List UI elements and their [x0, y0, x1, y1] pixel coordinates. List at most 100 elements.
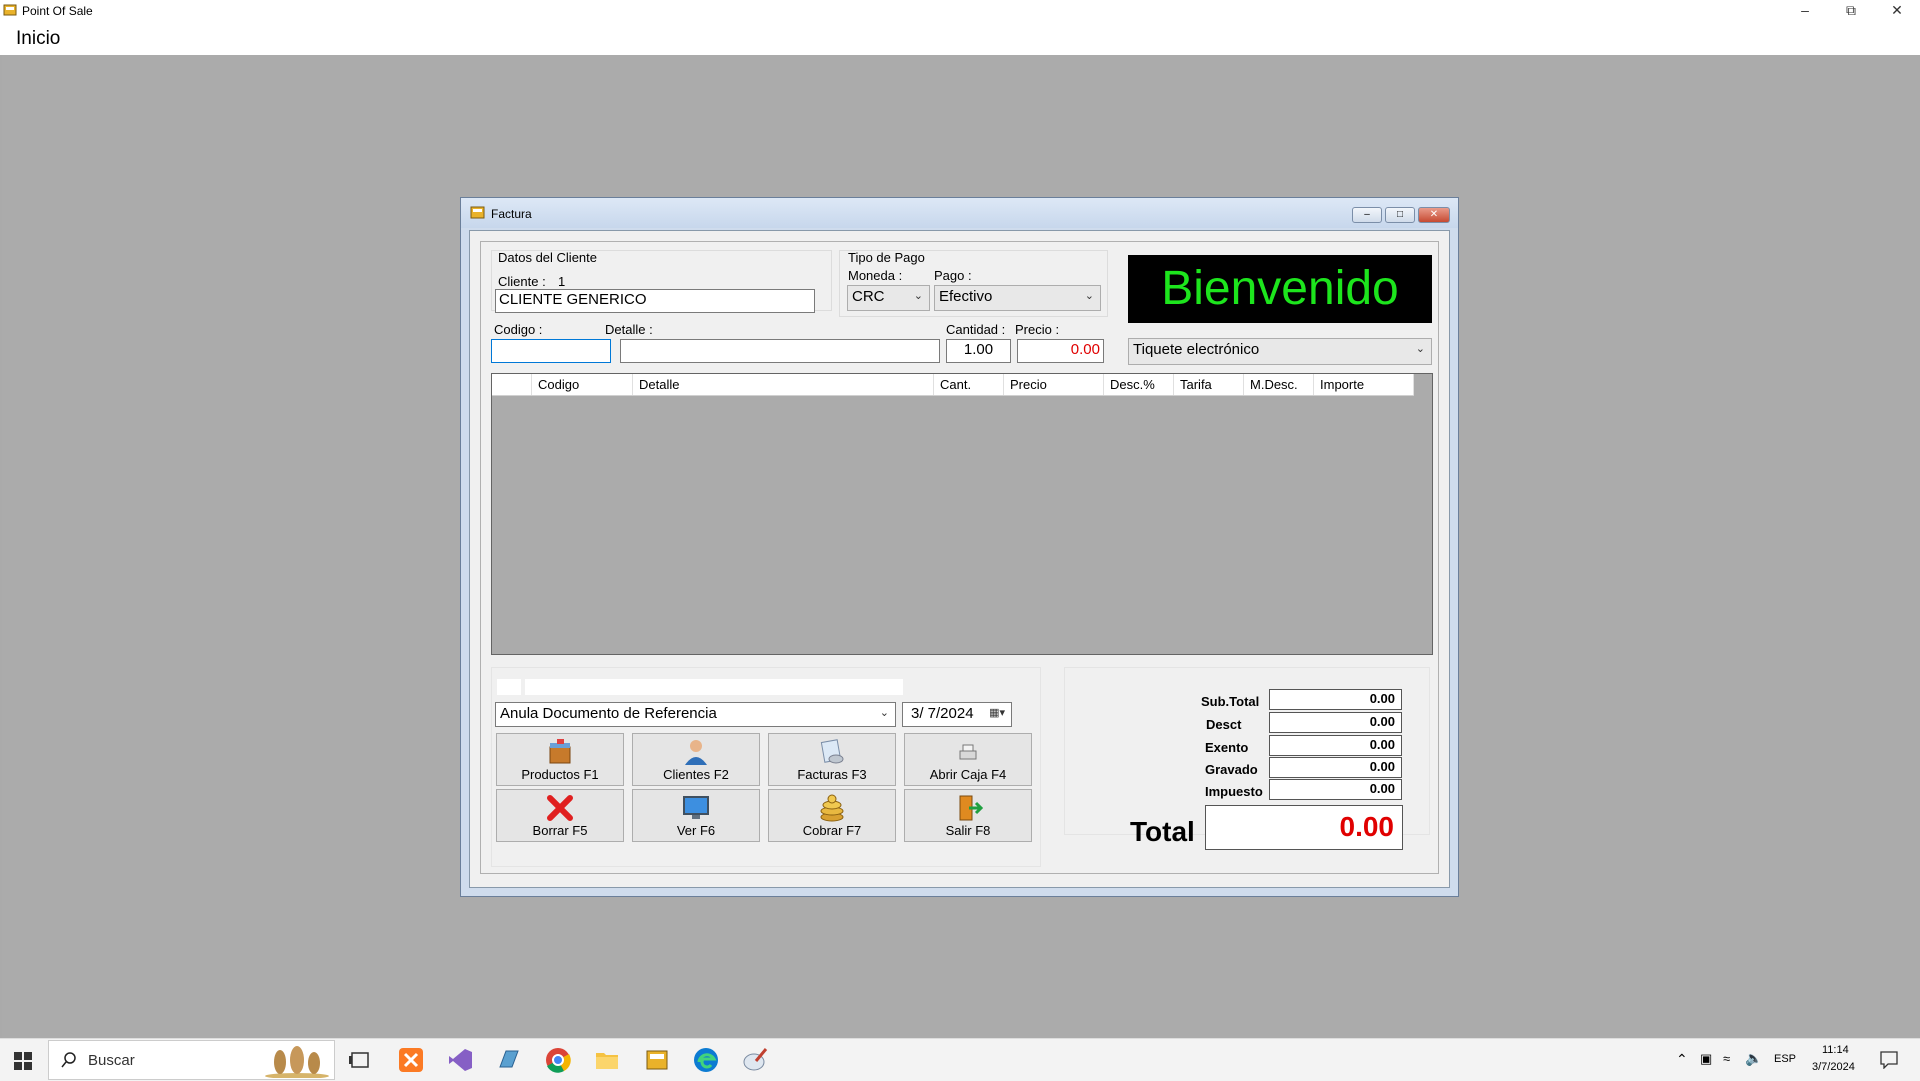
codigo-label: Codigo :	[494, 322, 543, 337]
subtotal-value: 0.00	[1269, 689, 1402, 710]
delete-x-icon	[547, 795, 573, 821]
grid-header: Codigo Detalle Cant. Precio Desc.% Tarif…	[492, 374, 1414, 396]
menu-bar: Inicio	[0, 22, 1920, 56]
paint-icon[interactable]	[742, 1047, 768, 1073]
minimize-button[interactable]: –	[1782, 0, 1828, 22]
detalle-input[interactable]	[620, 339, 940, 363]
desc-value: 0.00	[1269, 712, 1402, 733]
codigo-input[interactable]	[491, 339, 611, 363]
abrir-caja-label: Abrir Caja F4	[929, 767, 1007, 782]
wifi-icon[interactable]: ≈	[1723, 1051, 1730, 1066]
impuesto-value: 0.00	[1269, 779, 1402, 800]
ver-label: Ver F6	[676, 823, 716, 838]
cobrar-button[interactable]: Cobrar F7	[768, 789, 896, 842]
chevron-down-icon: ⌄	[1415, 343, 1425, 355]
meerkat-illustration-icon	[265, 1046, 329, 1078]
taskbar-search[interactable]: Buscar	[48, 1040, 335, 1080]
task-view-icon[interactable]	[347, 1047, 373, 1073]
clock-date[interactable]: 3/7/2024	[1812, 1061, 1855, 1073]
welcome-banner: Bienvenido	[1128, 255, 1432, 323]
pos-app-taskbar-icon[interactable]	[644, 1047, 670, 1073]
coins-icon	[820, 794, 844, 822]
notification-icon[interactable]	[1880, 1051, 1898, 1069]
grid-header-cant[interactable]: Cant.	[934, 374, 1004, 395]
moneda-label: Moneda :	[848, 268, 903, 283]
calendar-icon[interactable]: ▦▾	[989, 706, 1005, 719]
moneda-value: CRC	[852, 288, 885, 305]
detalle-label: Detalle :	[605, 322, 653, 337]
user-icon	[685, 740, 707, 765]
salir-button[interactable]: Salir F8	[904, 789, 1032, 842]
clientes-button[interactable]: Clientes F2	[632, 733, 760, 786]
grid-header-codigo[interactable]: Codigo	[532, 374, 633, 395]
chevron-down-icon: ⌄	[913, 290, 923, 302]
borrar-button[interactable]: Borrar F5	[496, 789, 624, 842]
monitor-icon	[683, 796, 709, 819]
pago-select[interactable]: Efectivo ⌄	[934, 285, 1101, 311]
impuesto-label: Impuesto	[1205, 784, 1263, 799]
status-box	[497, 679, 521, 695]
grid-header-mdesc[interactable]: M.Desc.	[1244, 374, 1314, 395]
doc-type-select[interactable]: Tiquete electrónico ⌄	[1128, 338, 1432, 365]
abrir-caja-button[interactable]: Abrir Caja F4	[904, 733, 1032, 786]
productos-button[interactable]: Productos F1	[496, 733, 624, 786]
factura-minimize-button[interactable]: –	[1352, 207, 1382, 223]
restore-button[interactable]: ⧉	[1828, 0, 1874, 22]
exento-value: 0.00	[1269, 735, 1402, 756]
precio-input[interactable]: 0.00	[1017, 339, 1104, 363]
grid-header-detalle[interactable]: Detalle	[633, 374, 934, 395]
windows-start-icon[interactable]	[14, 1052, 32, 1070]
grid-header-desc[interactable]: Desc.%	[1104, 374, 1174, 395]
volume-icon[interactable]: 🔈	[1745, 1050, 1762, 1067]
facturas-label: Facturas F3	[797, 767, 867, 782]
fecha-picker[interactable]: 3/ 7/2024 ▦▾	[902, 702, 1012, 727]
factura-titlebar[interactable]: Factura – □ ✕	[461, 198, 1458, 228]
xampp-icon[interactable]	[398, 1047, 424, 1073]
grid-header-importe[interactable]: Importe	[1314, 374, 1414, 395]
chrome-icon[interactable]	[545, 1047, 571, 1073]
grid-header-tarifa[interactable]: Tarifa	[1174, 374, 1244, 395]
ver-button[interactable]: Ver F6	[632, 789, 760, 842]
moneda-select[interactable]: CRC ⌄	[847, 285, 930, 311]
cliente-id: 1	[558, 274, 566, 289]
factura-maximize-button[interactable]: □	[1385, 207, 1415, 223]
referencia-select[interactable]: Anula Documento de Referencia ⌄	[495, 702, 896, 727]
close-button[interactable]: ✕	[1874, 0, 1920, 22]
grid-header-rowselector[interactable]	[492, 374, 532, 395]
visual-studio-icon[interactable]	[447, 1047, 473, 1073]
edge-icon[interactable]	[693, 1047, 719, 1073]
language-indicator[interactable]: ESP	[1774, 1053, 1796, 1065]
clientes-label: Clientes F2	[663, 767, 729, 782]
factura-panel: Datos del Cliente Cliente : 1 CLIENTE GE…	[480, 241, 1439, 874]
invoice-icon	[820, 739, 844, 764]
facturas-button[interactable]: Facturas F3	[768, 733, 896, 786]
search-placeholder: Buscar	[88, 1052, 135, 1069]
factura-close-button[interactable]: ✕	[1418, 207, 1450, 223]
pago-group: Tipo de Pago Moneda : Pago : CRC ⌄ Efecti…	[839, 250, 1108, 317]
factura-icon	[470, 206, 485, 219]
app-icon-blue[interactable]	[496, 1047, 522, 1073]
file-explorer-icon[interactable]	[594, 1047, 620, 1073]
app-title: Point Of Sale	[22, 4, 93, 18]
subtotal-label: Sub.Total	[1201, 694, 1260, 709]
cliente-group-label: Datos del Cliente	[498, 250, 597, 265]
doc-type-value: Tiquete electrónico	[1133, 341, 1260, 358]
app-titlebar: Point Of Sale – ⧉ ✕	[0, 0, 1920, 22]
menu-inicio[interactable]: Inicio	[16, 28, 60, 50]
box-icon	[549, 739, 571, 764]
meet-icon[interactable]: ▣	[1700, 1051, 1712, 1067]
pago-value: Efectivo	[939, 288, 993, 305]
gravado-label: Gravado	[1205, 762, 1258, 777]
grid-header-precio[interactable]: Precio	[1004, 374, 1104, 395]
cliente-nombre-field[interactable]: CLIENTE GENERICO	[495, 289, 815, 313]
exento-label: Exento	[1205, 740, 1249, 755]
items-grid[interactable]: Codigo Detalle Cant. Precio Desc.% Tarif…	[491, 373, 1433, 655]
search-icon	[61, 1052, 76, 1068]
cantidad-input[interactable]: 1.00	[946, 339, 1011, 363]
borrar-label: Borrar F5	[532, 823, 588, 838]
precio-label: Precio :	[1015, 322, 1060, 337]
clock-time[interactable]: 11:14	[1822, 1044, 1849, 1056]
referencia-value: Anula Documento de Referencia	[500, 705, 717, 722]
chevron-up-icon[interactable]: ⌃	[1676, 1051, 1688, 1068]
factura-title: Factura	[491, 207, 532, 221]
